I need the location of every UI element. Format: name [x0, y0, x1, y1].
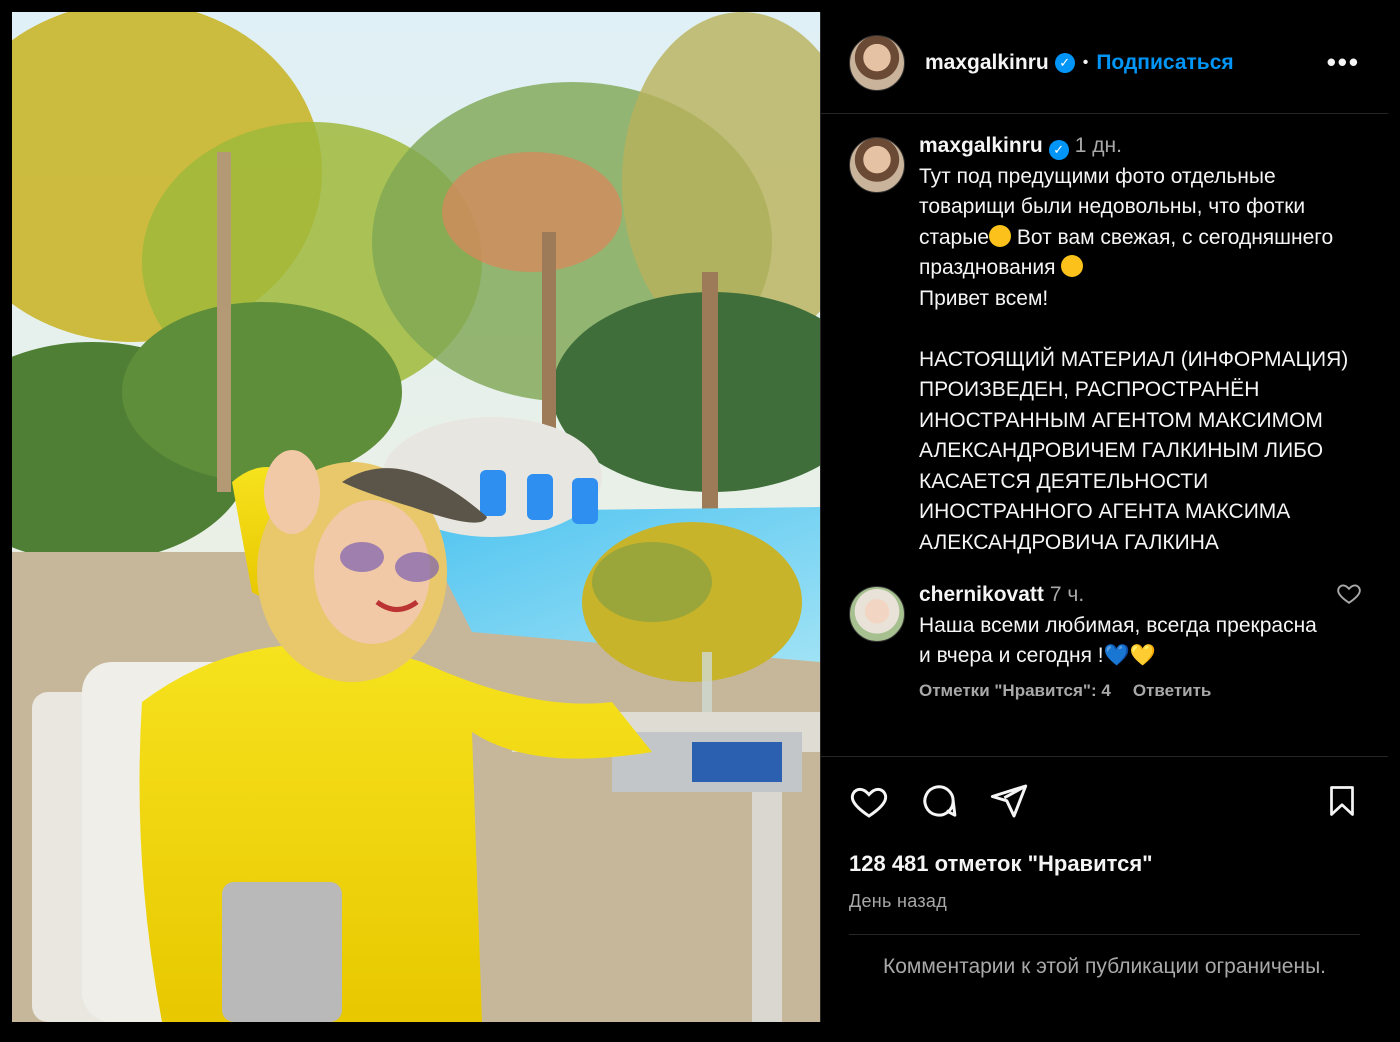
comment-item: chernikovatt 7 ч. Наша всеми любимая, все…	[821, 558, 1388, 706]
comments-restricted-notice: Комментарии к этой публикации ограничены…	[849, 934, 1360, 982]
follow-button[interactable]: Подписаться	[1096, 51, 1233, 75]
photo-illustration	[12, 12, 820, 1022]
post-panel: maxgalkinru ✓ • Подписаться ••• maxgalki…	[820, 12, 1388, 1022]
author-avatar[interactable]	[849, 34, 905, 91]
comment-meta: Отметки "Нравится": 4 Ответить	[919, 676, 1319, 707]
comment-likes[interactable]: Отметки "Нравится": 4	[919, 681, 1111, 700]
comment-time[interactable]: 7 ч.	[1050, 583, 1084, 606]
bookmark-icon[interactable]	[1324, 781, 1360, 821]
separator-dot: •	[1082, 53, 1089, 71]
comments-section[interactable]: maxgalkinru ✓ 1 дн. Тут под предущими фото…	[821, 115, 1388, 755]
post-photo[interactable]	[12, 12, 820, 1022]
yellow-heart-icon: 💛	[1129, 644, 1156, 667]
post-date[interactable]: День назад	[849, 891, 1360, 912]
grin-emoji-icon	[989, 224, 1012, 247]
actions-section: 128 481 отметок "Нравится" День назад	[821, 756, 1388, 912]
post-header: maxgalkinru ✓ • Подписаться •••	[821, 12, 1388, 114]
caption-username[interactable]: maxgalkinru	[919, 134, 1043, 157]
verified-icon: ✓	[1054, 52, 1075, 73]
instagram-post: maxgalkinru ✓ • Подписаться ••• maxgalki…	[12, 12, 1388, 1022]
reply-button[interactable]: Ответить	[1133, 681, 1212, 700]
blue-heart-icon: 💙	[1103, 644, 1130, 667]
likes-count[interactable]: 128 481 отметок "Нравится"	[849, 851, 1360, 877]
commenter-avatar[interactable]	[849, 586, 905, 642]
more-icon[interactable]: •••	[1327, 47, 1360, 78]
caption: maxgalkinru ✓ 1 дн. Тут под предущими фото…	[821, 115, 1388, 558]
heart-icon[interactable]	[849, 781, 889, 821]
action-icons	[849, 781, 1360, 821]
tongue-emoji-icon	[1061, 255, 1084, 277]
share-icon[interactable]	[989, 781, 1029, 821]
caption-text-3: Привет всем! НАСТОЯЩИЙ МАТЕРИАЛ (ИНФОРМА…	[919, 286, 1349, 554]
author-username[interactable]: maxgalkinru	[925, 51, 1049, 75]
caption-avatar[interactable]	[849, 137, 905, 193]
comment-heart-icon[interactable]	[1336, 580, 1362, 606]
comment-icon[interactable]	[919, 781, 959, 821]
verified-icon: ✓	[1048, 140, 1069, 160]
commenter-username[interactable]: chernikovatt	[919, 583, 1044, 606]
caption-time[interactable]: 1 дн.	[1075, 134, 1122, 157]
